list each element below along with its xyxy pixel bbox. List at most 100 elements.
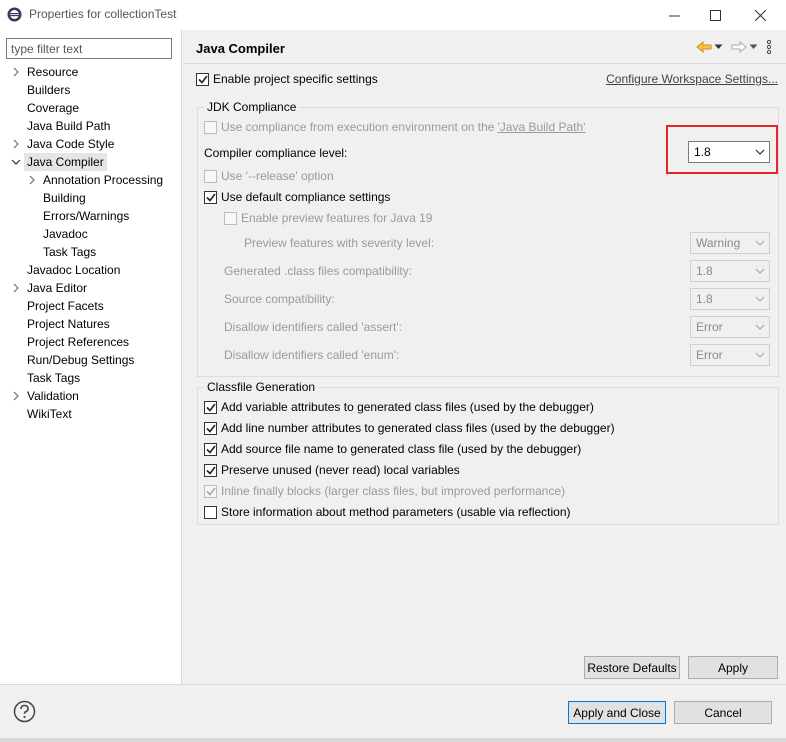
- tree-item[interactable]: Javadoc Location: [0, 261, 182, 279]
- chevron-right-icon[interactable]: [11, 63, 21, 81]
- classfile-option-checkbox[interactable]: Store information about method parameter…: [204, 505, 571, 519]
- java-build-path-link[interactable]: 'Java Build Path': [497, 120, 585, 134]
- checkbox-box[interactable]: [204, 442, 217, 456]
- tree-item[interactable]: Building: [0, 189, 182, 207]
- classfile-option-label: Preserve unused (never read) local varia…: [221, 463, 460, 477]
- use-default-compliance-checkbox[interactable]: Use default compliance settings: [204, 190, 390, 204]
- source-compat-select: 1.8: [690, 288, 770, 310]
- enable-project-specific-label: Enable project specific settings: [213, 72, 378, 86]
- assert-identifiers-value: Error: [696, 320, 723, 334]
- tree-item[interactable]: Java Build Path: [0, 117, 182, 135]
- tree-item[interactable]: Annotation Processing: [0, 171, 182, 189]
- tree-item-label: Builders: [27, 83, 71, 97]
- restore-defaults-button[interactable]: Restore Defaults: [584, 656, 680, 679]
- assert-identifiers-select: Error: [690, 316, 770, 338]
- close-icon: [754, 9, 766, 21]
- filter-input[interactable]: [6, 38, 172, 59]
- checkbox-box[interactable]: [196, 72, 209, 86]
- tree-item-label: Coverage: [27, 101, 80, 115]
- tree-item[interactable]: Java Code Style: [0, 135, 182, 153]
- back-dropdown-icon[interactable]: [714, 44, 723, 50]
- tree-item[interactable]: Builders: [0, 81, 182, 99]
- tree-item[interactable]: Resource: [0, 63, 182, 81]
- more-vertical-icon[interactable]: [766, 40, 772, 54]
- preview-severity-value: Warning: [696, 236, 741, 250]
- page-title: Java Compiler: [196, 41, 285, 56]
- configure-workspace-settings-link[interactable]: Configure Workspace Settings...: [606, 72, 778, 86]
- enum-identifiers-select: Error: [690, 344, 770, 366]
- tree-item[interactable]: Coverage: [0, 99, 182, 117]
- source-compat-value: 1.8: [696, 292, 713, 306]
- chevron-right-icon[interactable]: [27, 171, 37, 189]
- checkbox-box[interactable]: [204, 505, 217, 519]
- help-icon[interactable]: [13, 700, 36, 723]
- apply-and-close-button[interactable]: Apply and Close: [568, 701, 666, 724]
- tree-item-label: Task Tags: [27, 371, 81, 385]
- classfile-option-checkbox[interactable]: Add variable attributes to generated cla…: [204, 400, 594, 414]
- tree-item-label: Building: [43, 191, 86, 205]
- checkbox-box[interactable]: [204, 190, 217, 204]
- enable-project-specific-checkbox[interactable]: Enable project specific settings: [196, 72, 378, 86]
- classfile-option-label: Add line number attributes to generated …: [221, 421, 615, 435]
- enum-identifiers-value: Error: [696, 348, 723, 362]
- tree-item[interactable]: Task Tags: [0, 369, 182, 387]
- enum-identifiers-label: Disallow identifiers called 'enum':: [224, 348, 400, 362]
- classfile-option-checkbox[interactable]: Preserve unused (never read) local varia…: [204, 463, 460, 477]
- tree-item[interactable]: Project Natures: [0, 315, 182, 333]
- tree-item[interactable]: WikiText: [0, 405, 182, 423]
- tree-item[interactable]: Validation: [0, 387, 182, 405]
- tree-item-label: Validation: [27, 389, 79, 403]
- use-default-compliance-label: Use default compliance settings: [221, 190, 391, 204]
- chevron-down-icon[interactable]: [11, 153, 21, 171]
- tree-item-label: Java Code Style: [27, 137, 115, 151]
- checkbox-box[interactable]: [204, 421, 217, 435]
- dialog-button-bar: Apply and Close Cancel: [0, 684, 786, 742]
- classfile-option-checkbox[interactable]: Add line number attributes to generated …: [204, 421, 615, 435]
- maximize-button[interactable]: [693, 0, 737, 30]
- tree-item-label: Javadoc Location: [27, 263, 121, 277]
- tree-item[interactable]: Run/Debug Settings: [0, 351, 182, 369]
- chevron-right-icon[interactable]: [11, 387, 21, 405]
- classfile-option-label: Add variable attributes to generated cla…: [221, 400, 594, 414]
- tree-item[interactable]: Project Facets: [0, 297, 182, 315]
- cancel-button[interactable]: Cancel: [674, 701, 772, 724]
- chevron-down-icon: [755, 296, 765, 302]
- back-arrow-icon[interactable]: [696, 41, 712, 53]
- tree-item[interactable]: Java Compiler: [0, 153, 182, 171]
- chevron-right-icon[interactable]: [11, 135, 21, 153]
- tree-item[interactable]: Task Tags: [0, 243, 182, 261]
- tree-item[interactable]: Project References: [0, 333, 182, 351]
- tree-item-label: Run/Debug Settings: [27, 353, 135, 367]
- tree-item[interactable]: Java Editor: [0, 279, 182, 297]
- forward-dropdown-icon[interactable]: [749, 44, 758, 50]
- compliance-level-label: Compiler compliance level:: [204, 146, 348, 160]
- tree-item-label: Java Build Path: [27, 119, 111, 133]
- tree-item[interactable]: Javadoc: [0, 225, 182, 243]
- preview-severity-label: Preview features with severity level:: [244, 236, 435, 250]
- generated-compat-select: 1.8: [690, 260, 770, 282]
- app-icon: [6, 6, 23, 23]
- tree-item-label: Project References: [27, 335, 130, 349]
- title-bar: Properties for collectionTest: [0, 0, 786, 30]
- use-exec-env-label: Use compliance from execution environmen…: [221, 120, 495, 134]
- close-button[interactable]: [738, 0, 782, 30]
- preview-severity-select: Warning: [690, 232, 770, 254]
- checkbox-box: [224, 211, 237, 225]
- chevron-down-icon: [755, 324, 765, 330]
- tree-item-label: Resource: [27, 65, 79, 79]
- tree-item[interactable]: Errors/Warnings: [0, 207, 182, 225]
- chevron-right-icon[interactable]: [11, 279, 21, 297]
- forward-arrow-icon[interactable]: [731, 41, 747, 53]
- checkbox-box[interactable]: [204, 400, 217, 414]
- use-release-label: Use '--release' option: [221, 169, 334, 183]
- checkbox-box: [204, 120, 217, 134]
- classfile-option-label: Inline finally blocks (larger class file…: [221, 484, 566, 498]
- enable-preview-checkbox: Enable preview features for Java 19: [224, 211, 432, 225]
- apply-button[interactable]: Apply: [688, 656, 778, 679]
- jdk-compliance-title: JDK Compliance: [204, 100, 300, 114]
- checkbox-box[interactable]: [204, 463, 217, 477]
- source-compat-label: Source compatibility:: [224, 292, 335, 306]
- minimize-button[interactable]: [652, 0, 696, 30]
- classfile-generation-title: Classfile Generation: [204, 380, 319, 394]
- classfile-option-checkbox[interactable]: Add source file name to generated class …: [204, 442, 581, 456]
